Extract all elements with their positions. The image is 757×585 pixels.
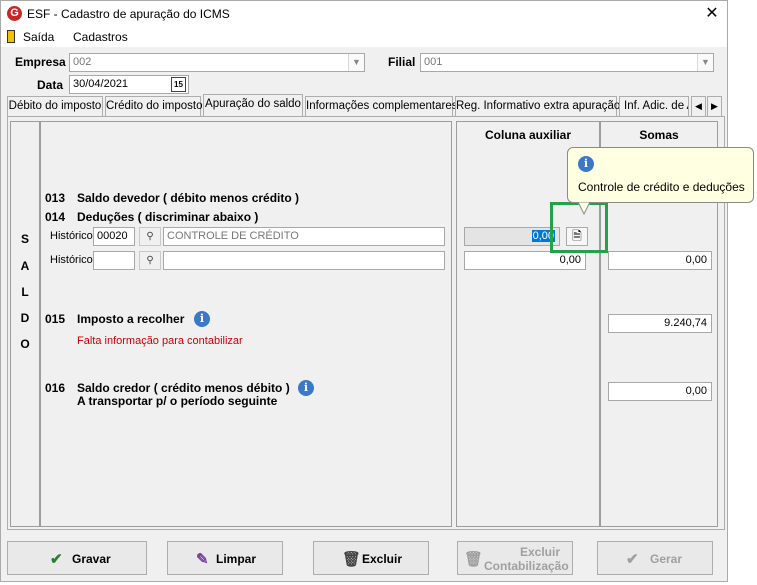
tab-apuracao-saldo[interactable]: Apuração do saldo xyxy=(203,94,303,116)
gravar-label: Gravar xyxy=(72,552,111,566)
soma-value-014: 0,00 xyxy=(608,251,712,270)
tab-reg-informativo[interactable]: Reg. Informativo extra apuração xyxy=(455,96,620,116)
historico-description-input[interactable] xyxy=(163,251,445,270)
title-bar: G ESF - Cadastro de apuração do ICMS ✕ xyxy=(1,1,727,27)
row-016-label: Saldo credor ( crédito menos débito ) xyxy=(77,381,290,395)
excluir-cont-label-1: Excluir xyxy=(519,545,561,559)
date-input[interactable]: 30/04/2021 15 xyxy=(69,75,189,94)
tab-inf-adic[interactable]: Inf. Adic. de A xyxy=(619,96,689,116)
application-window: G ESF - Cadastro de apuração do ICMS ✕ S… xyxy=(0,0,728,582)
tooltip: i Controle de crédito e deduções xyxy=(567,147,754,203)
binoculars-icon[interactable]: ⚲ xyxy=(139,227,161,246)
tab-credito[interactable]: Crédito do imposto xyxy=(105,96,203,116)
binoculars-icon[interactable]: ⚲ xyxy=(139,251,161,270)
info-icon: i xyxy=(578,156,594,172)
menu-saida[interactable]: Saída xyxy=(23,30,54,44)
menu-cadastros[interactable]: Cadastros xyxy=(73,30,128,44)
excluir-contabilizacao-button[interactable]: 🗑 Excluir Contabilização xyxy=(457,541,573,575)
saldo-letter: O xyxy=(20,337,30,351)
tab-debito[interactable]: Débito do imposto xyxy=(7,96,103,116)
historico-label: Histórico xyxy=(50,230,93,242)
filial-label: Filial xyxy=(388,55,416,69)
historico-code-input[interactable]: 00020 xyxy=(93,227,135,246)
saldo-side-column: S A L D O xyxy=(10,121,40,527)
limpar-label: Limpar xyxy=(216,552,257,566)
row-013-code: 013 xyxy=(45,191,66,205)
historico-code-input[interactable] xyxy=(93,251,135,270)
excluir-button[interactable]: 🗑 Excluir xyxy=(313,541,429,575)
excluir-cont-label-2: Contabilização xyxy=(484,559,569,573)
row-014-label: Deduções ( discriminar abaixo ) xyxy=(77,210,259,224)
row-013-label: Saldo devedor ( débito menos crédito ) xyxy=(77,191,300,205)
soma-value-016: 0,00 xyxy=(608,382,712,401)
checkmark-icon: ✔ xyxy=(50,551,63,568)
calendar-icon[interactable]: 15 xyxy=(171,77,186,92)
saldo-letter: S xyxy=(20,232,29,246)
row-015-code: 015 xyxy=(45,312,66,326)
tooltip-text: Controle de crédito e deduções xyxy=(578,180,745,194)
gerar-button[interactable]: ✔ Gerar xyxy=(597,541,713,575)
tab-scroll-right-icon[interactable]: ▶ xyxy=(707,96,722,116)
row-016-sublabel: A transportar p/ o período seguinte xyxy=(77,394,278,408)
saldo-letter: A xyxy=(20,259,30,273)
date-value: 30/04/2021 xyxy=(73,78,129,90)
warning-text: Falta informação para contabilizar xyxy=(77,335,243,347)
row-015-label: Imposto a recolher xyxy=(77,312,185,326)
row-016-code: 016 xyxy=(45,381,66,395)
aux-value-1[interactable]: 0,00 xyxy=(464,227,560,246)
limpar-button[interactable]: ✎ Limpar xyxy=(167,541,283,575)
app-logo-icon: G xyxy=(7,6,22,21)
tooltip-pointer xyxy=(578,202,591,216)
tab-scroll-left-icon[interactable]: ◀ xyxy=(691,96,706,116)
info-icon[interactable]: i xyxy=(298,380,314,396)
trash-icon: 🗑 xyxy=(342,551,362,568)
gerar-label: Gerar xyxy=(650,552,683,566)
eraser-icon: ✎ xyxy=(196,551,209,568)
gravar-button[interactable]: ✔ Gravar xyxy=(7,541,147,575)
row-014-code: 014 xyxy=(45,210,66,224)
exit-door-icon xyxy=(7,30,15,43)
aux-value-2[interactable]: 0,00 xyxy=(464,251,586,270)
empresa-label: Empresa xyxy=(15,55,66,69)
data-label: Data xyxy=(37,78,64,92)
menu-bar: Saída Cadastros xyxy=(1,27,727,47)
historico-label: Histórico xyxy=(50,254,93,266)
chevron-down-icon[interactable]: ▼ xyxy=(348,54,364,71)
historico-description-input[interactable]: CONTROLE DE CRÉDITO xyxy=(163,227,445,246)
close-icon[interactable]: ✕ xyxy=(701,3,723,25)
info-icon[interactable]: i xyxy=(194,311,210,327)
saldo-letter: D xyxy=(20,311,30,325)
coluna-auxiliar-header: Coluna auxiliar xyxy=(484,128,572,142)
filial-value: 001 xyxy=(424,56,443,68)
chevron-down-icon[interactable]: ▼ xyxy=(697,54,713,71)
empresa-value: 002 xyxy=(73,56,92,68)
somas-header: Somas xyxy=(639,128,679,142)
tab-informacoes-complementares[interactable]: Informações complementares xyxy=(305,96,457,116)
excluir-label: Excluir xyxy=(362,552,403,566)
window-title: ESF - Cadastro de apuração do ICMS xyxy=(27,7,230,21)
saldo-letter: L xyxy=(21,285,29,299)
empresa-select[interactable]: 002 ▼ xyxy=(69,53,365,72)
soma-value-015: 9.240,74 xyxy=(608,314,712,333)
filial-select[interactable]: 001 ▼ xyxy=(420,53,714,72)
checkmark-icon: ✔ xyxy=(626,551,639,568)
